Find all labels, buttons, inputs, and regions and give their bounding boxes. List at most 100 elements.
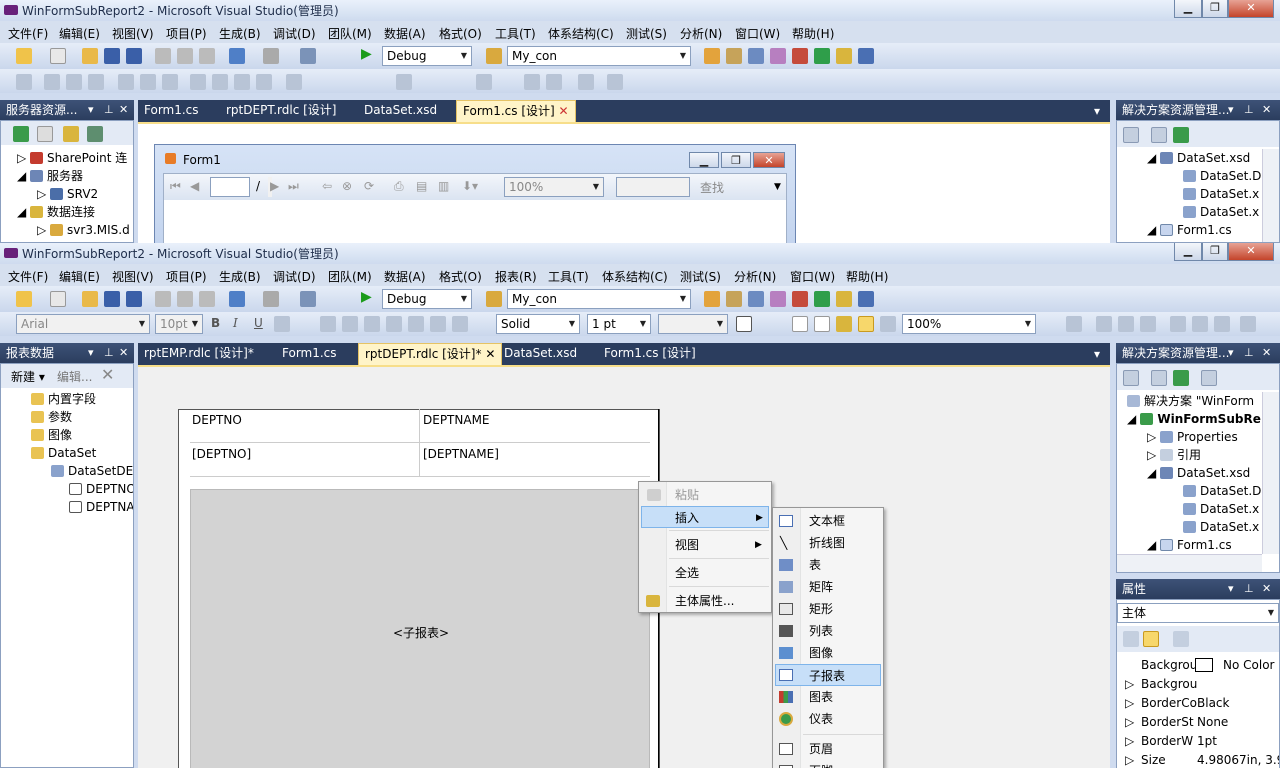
menu-architecture[interactable]: 体系结构(C) [602, 268, 668, 285]
back-icon[interactable]: ⇦ [322, 179, 332, 193]
show-all-files-icon[interactable] [1123, 127, 1139, 143]
border-icon[interactable] [736, 316, 752, 332]
font-size-combo[interactable]: 10pt ▼ [155, 314, 203, 334]
align-bottoms-icon[interactable] [162, 74, 178, 90]
lock-controls-icon[interactable] [607, 74, 623, 90]
prev-page-icon[interactable]: ◀ [190, 179, 199, 193]
align-lefts-icon[interactable] [44, 74, 60, 90]
align-middles-icon[interactable] [1192, 316, 1208, 332]
bullet-list-icon[interactable] [408, 316, 424, 332]
menu-project[interactable]: 项目(P) [166, 25, 207, 42]
menu-format[interactable]: 格式(O) [439, 268, 482, 285]
menu-view[interactable]: 视图(V) [112, 268, 154, 285]
close-icon[interactable]: ✕ [1262, 343, 1271, 363]
align-grid-icon[interactable] [16, 74, 32, 90]
print-layout-icon[interactable]: ▤ [416, 179, 427, 193]
tree-references[interactable]: ▷ 引用 [1147, 446, 1201, 464]
report-properties-icon[interactable] [814, 316, 830, 332]
same-size-icon[interactable] [234, 74, 250, 90]
grouping-icon[interactable] [858, 316, 874, 332]
maximize-button[interactable]: ❐ [1202, 0, 1228, 18]
menu-file[interactable]: 文件(F) [8, 25, 48, 42]
open-icon[interactable] [82, 48, 98, 64]
copy-icon[interactable] [177, 48, 193, 64]
align-centers-icon[interactable] [1118, 316, 1134, 332]
extension-icon[interactable] [836, 48, 852, 64]
border-style-combo[interactable]: Solid ▼ [496, 314, 580, 334]
menu-analyze[interactable]: 分析(N) [680, 25, 722, 42]
tree-dataset-xss[interactable]: DataSet.x [1183, 518, 1259, 536]
tree-sharepoint[interactable]: ▷ SharePoint 连 [17, 149, 127, 167]
find-icon[interactable] [486, 48, 502, 64]
next-page-icon[interactable]: ▶ [270, 179, 279, 193]
close-button[interactable]: ✕ [1228, 0, 1274, 18]
tab-form1-design[interactable]: Form1.cs [设计] [598, 343, 702, 365]
tree-dataset-xsc[interactable]: DataSet.x [1183, 500, 1259, 518]
pin-icon[interactable]: ⊥ [1244, 343, 1254, 363]
extension-icon[interactable] [836, 291, 852, 307]
last-page-icon[interactable]: ⏭ [288, 179, 299, 194]
menu-help[interactable]: 帮助(H) [792, 25, 834, 42]
close-icon[interactable]: ✕ [1262, 100, 1271, 120]
menu-debug[interactable]: 调试(D) [273, 25, 316, 42]
center-horizontally-icon[interactable] [476, 74, 492, 90]
toolbox-icon[interactable] [792, 291, 808, 307]
alphabetical-icon[interactable] [1143, 631, 1159, 647]
ruler-icon[interactable] [880, 316, 896, 332]
menu-item-insert[interactable]: 插入 ▶ [641, 506, 769, 528]
cut-icon[interactable] [155, 48, 171, 64]
tree-srv2[interactable]: ▷ SRV2 [37, 185, 98, 203]
align-grid-icon[interactable] [1066, 316, 1082, 332]
zoom-combo[interactable]: 100% ▼ [902, 314, 1036, 334]
save-all-icon[interactable] [126, 291, 142, 307]
insert-matrix[interactable]: 矩阵 [775, 576, 881, 598]
same-width-icon[interactable] [190, 74, 206, 90]
insert-textbox[interactable]: 文本框 [775, 510, 881, 532]
menu-debug[interactable]: 调试(D) [273, 268, 316, 285]
underline-button[interactable]: U [254, 316, 263, 330]
delete-icon[interactable]: ✕ [101, 365, 114, 384]
menu-data[interactable]: 数据(A) [384, 268, 426, 285]
pin-icon[interactable]: ⊥ [1244, 100, 1254, 120]
maximize-button[interactable]: ❐ [1202, 243, 1228, 261]
tab-form1-cs[interactable]: Form1.cs [138, 100, 205, 122]
align-bottoms-icon[interactable] [1214, 316, 1230, 332]
undo-icon[interactable] [229, 48, 245, 64]
tree-parameters[interactable]: 参数 [31, 408, 72, 426]
object-browser-icon[interactable] [770, 291, 786, 307]
tree-dataset-designer[interactable]: DataSet.D [1183, 167, 1261, 185]
refresh-icon[interactable] [1173, 370, 1189, 386]
insert-chart[interactable]: 图表 [775, 686, 881, 708]
properties-icon[interactable] [1151, 127, 1167, 143]
cut-icon[interactable] [155, 291, 171, 307]
tree-datasetdept[interactable]: DataSetDE [51, 462, 133, 480]
close-button[interactable]: ✕ [1228, 243, 1274, 261]
tree-properties[interactable]: ▷ Properties [1147, 428, 1238, 446]
tree-connection[interactable]: ▷ svr3.MIS.d [37, 221, 130, 239]
insert-rectangle[interactable]: 矩形 [775, 598, 881, 620]
background-color-icon[interactable] [792, 316, 808, 332]
tab-form1-design[interactable]: Form1.cs [设计] ✕ [456, 100, 576, 122]
copy-icon[interactable] [177, 291, 193, 307]
add-item-icon[interactable] [50, 291, 66, 307]
solution-config-combo[interactable]: Debug ▼ [382, 46, 472, 66]
prop-background-color[interactable]: Backgrou No Color [1117, 656, 1279, 675]
italic-button[interactable]: I [233, 316, 238, 330]
tab-form1-cs[interactable]: Form1.cs [276, 343, 343, 365]
refresh-icon[interactable] [13, 126, 29, 142]
paste-icon[interactable] [199, 291, 215, 307]
report-data-icon[interactable] [836, 316, 852, 332]
connection-combo[interactable]: My_con ▼ [507, 289, 691, 309]
export-icon[interactable]: ⬇▾ [462, 179, 478, 193]
tab-dropdown-icon[interactable]: ▾ [1094, 347, 1100, 361]
menu-item-paste[interactable]: 粘贴 [641, 484, 769, 506]
font-combo[interactable]: Arial ▼ [16, 314, 150, 334]
pin-icon[interactable]: ⊥ [104, 343, 114, 363]
menu-analyze[interactable]: 分析(N) [734, 268, 776, 285]
insert-page-footer[interactable]: 页脚 [775, 760, 881, 768]
connection-combo[interactable]: My_con ▼ [507, 46, 691, 66]
start-debug-icon[interactable]: ▶ [361, 289, 377, 305]
tree-dataset-designer[interactable]: DataSet.D [1183, 482, 1261, 500]
stop-icon[interactable]: ⊗ [342, 179, 352, 193]
zoom-combo[interactable]: 100% ▼ [504, 177, 604, 197]
